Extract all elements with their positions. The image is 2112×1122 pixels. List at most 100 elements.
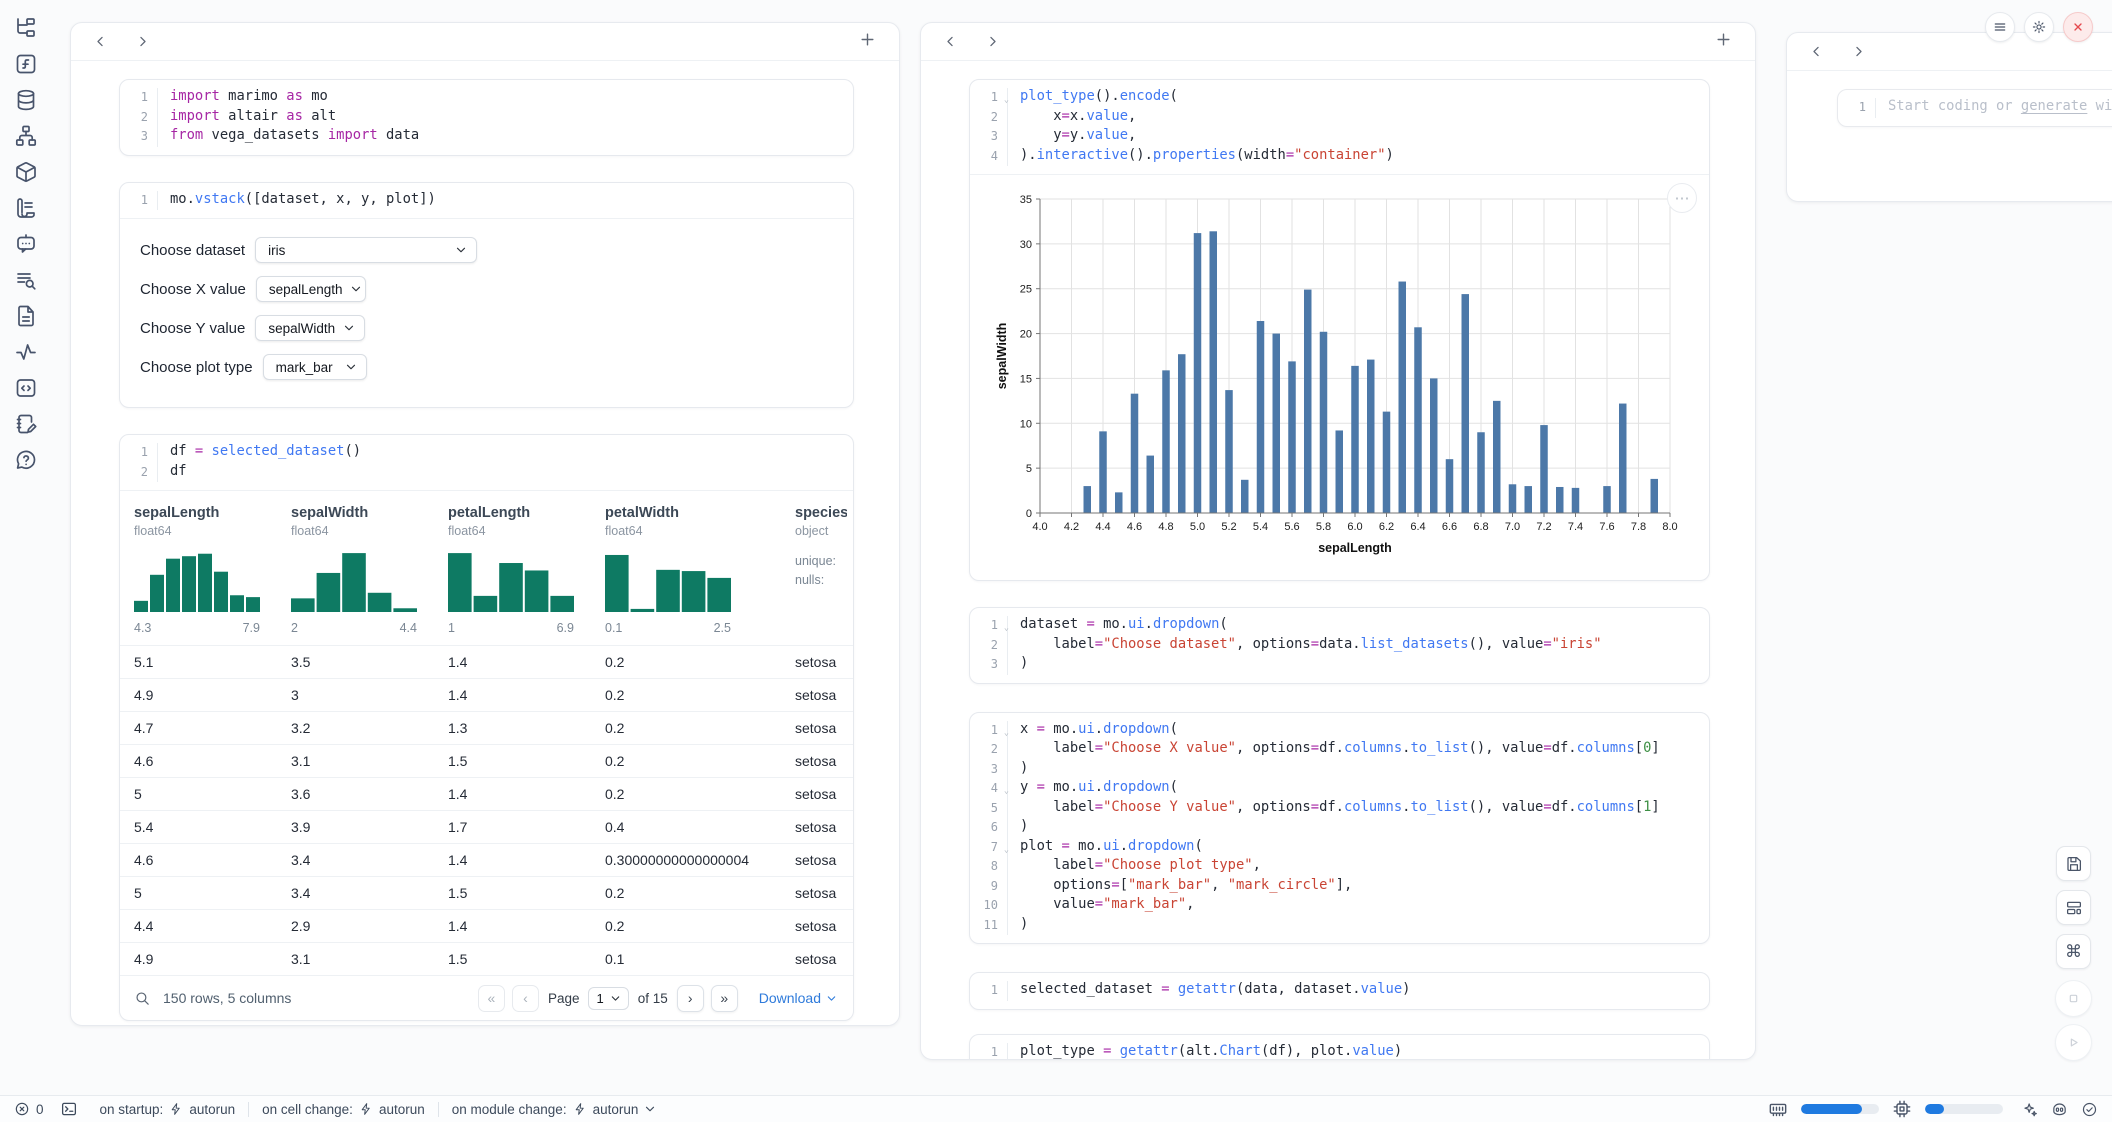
last-page-button[interactable]: »	[711, 985, 738, 1012]
menu-button[interactable]	[1985, 12, 2015, 42]
empty-code-cell[interactable]: 1Start coding or generate with	[1837, 89, 2112, 127]
code-cell-vstack[interactable]: 1mo.vstack([dataset, x, y, plot]) Choose…	[119, 182, 854, 409]
code-editor[interactable]: 1mo.vstack([dataset, x, y, plot])	[120, 183, 853, 219]
copilot-button[interactable]	[2051, 1101, 2068, 1118]
workflow-icon[interactable]	[14, 124, 38, 148]
code-editor[interactable]: 1⌄dataset = mo.ui.dropdown(2 label="Choo…	[970, 608, 1709, 683]
control-row: Choose X valuesepalLength	[140, 276, 833, 302]
table-row[interactable]: 5.43.91.70.4setosa	[120, 810, 853, 843]
svg-text:6.0: 6.0	[1347, 521, 1362, 533]
file-text-icon[interactable]	[14, 304, 38, 328]
dropdown-choose-y-value[interactable]: sepalWidth	[255, 315, 365, 341]
collapse-left-button[interactable]	[89, 31, 111, 53]
table-row[interactable]: 53.41.50.2setosa	[120, 876, 853, 909]
code-editor[interactable]: 1selected_dataset = getattr(data, datase…	[970, 973, 1709, 1009]
column-header-sepalLength[interactable]: sepalLengthfloat644.37.9	[134, 505, 291, 645]
code-snippet-icon[interactable]	[14, 376, 38, 400]
code-editor[interactable]: 1Start coding or generate with	[1848, 98, 2112, 118]
code-editor[interactable]: 1plot_type = getattr(alt.Chart(df), plot…	[970, 1035, 1709, 1060]
stop-icon	[2065, 990, 2082, 1007]
table-row[interactable]: 4.63.11.50.2setosa	[120, 744, 853, 777]
column-header-sepalWidth[interactable]: sepalWidthfloat6424.4	[291, 505, 448, 645]
table-row[interactable]: 4.73.21.30.2setosa	[120, 711, 853, 744]
save-icon	[2065, 855, 2083, 873]
dropdown-choose-x-value[interactable]: sepalLength	[256, 276, 366, 302]
code-cell-imports[interactable]: 1import marimo as mo2import altair as al…	[119, 79, 854, 156]
table-cell: 3.1	[291, 753, 448, 769]
run-button[interactable]	[2055, 1024, 2092, 1061]
function-square-icon[interactable]	[14, 52, 38, 76]
code-cell-selected-dataset[interactable]: 1selected_dataset = getattr(data, datase…	[969, 972, 1710, 1010]
code-editor[interactable]: 1⌄plot_type().encode(2 x=x.value,3 y=y.v…	[970, 80, 1709, 174]
terminal-button[interactable]	[60, 1100, 78, 1118]
svg-text:30: 30	[1020, 239, 1032, 251]
panel-right-toolbar	[1787, 33, 2112, 71]
next-page-button[interactable]: ›	[677, 985, 704, 1012]
dropdown-label: Choose dataset	[140, 242, 245, 259]
table-row[interactable]: 5.13.51.40.2setosa	[120, 645, 853, 678]
page-select[interactable]: 1	[588, 987, 628, 1010]
add-cell-button[interactable]	[859, 31, 881, 53]
chart-menu-button[interactable]: ⋯	[1667, 183, 1697, 213]
on-startup-setting[interactable]: on startup: autorun	[100, 1102, 236, 1117]
on-cell-change-setting[interactable]: on cell change: autorun	[262, 1102, 425, 1117]
code-cell-dataset[interactable]: 1⌄dataset = mo.ui.dropdown(2 label="Choo…	[969, 607, 1710, 684]
settings-button[interactable]	[2024, 12, 2054, 42]
ai-sparkles-button[interactable]	[2021, 1101, 2038, 1118]
code-cell-plot-type[interactable]: 1plot_type = getattr(alt.Chart(df), plot…	[969, 1034, 1710, 1060]
first-page-button[interactable]: «	[478, 985, 505, 1012]
expand-right-button[interactable]	[131, 31, 153, 53]
control-row: Choose Y valuesepalWidth	[140, 315, 833, 341]
svg-text:7.0: 7.0	[1505, 521, 1520, 533]
table-footer: 150 rows, 5 columns«‹Page1of 15›»Downloa…	[120, 975, 853, 1020]
code-editor[interactable]: 1import marimo as mo2import altair as al…	[120, 80, 853, 155]
expand-right-button[interactable]	[981, 31, 1003, 53]
column-histogram	[605, 550, 731, 612]
dropdown-choose-plot-type[interactable]: mark_bar	[263, 354, 367, 380]
errors-indicator[interactable]: 0	[14, 1101, 44, 1117]
layout-button[interactable]	[2056, 890, 2091, 925]
save-button[interactable]	[2056, 846, 2091, 881]
code-cell-df[interactable]: 1df = selected_dataset()2df sepalLengthf…	[119, 434, 854, 1021]
keyboard-shortcuts-button[interactable]: ⌘	[2056, 934, 2091, 969]
on-module-change-setting[interactable]: on module change: autorun	[452, 1102, 657, 1117]
collapse-left-button[interactable]	[1805, 41, 1827, 63]
scroll-text-icon[interactable]	[14, 196, 38, 220]
add-cell-button[interactable]	[1715, 31, 1737, 53]
package-icon[interactable]	[14, 160, 38, 184]
code-cell-plot[interactable]: 1⌄plot_type().encode(2 x=x.value,3 y=y.v…	[969, 79, 1710, 581]
column-header-petalLength[interactable]: petalLengthfloat6416.9	[448, 505, 605, 645]
connection-status-button[interactable]	[2081, 1101, 2098, 1118]
table-row[interactable]: 53.61.40.2setosa	[120, 777, 853, 810]
dropdown-value: sepalLength	[269, 282, 343, 297]
table-row[interactable]: 4.63.41.40.30000000000000004setosa	[120, 843, 853, 876]
svg-text:6.4: 6.4	[1410, 521, 1425, 533]
bot-chat-icon[interactable]	[14, 232, 38, 256]
panel-left-toolbar	[71, 23, 899, 61]
search-icon[interactable]	[134, 990, 151, 1007]
code-cell-xyplot[interactable]: 1⌄x = mo.ui.dropdown(2 label="Choose X v…	[969, 712, 1710, 945]
svg-text:4.8: 4.8	[1158, 521, 1173, 533]
code-editor[interactable]: 1df = selected_dataset()2df	[120, 435, 853, 490]
on-cell-change-label: on cell change:	[262, 1102, 353, 1117]
file-tree-icon[interactable]	[14, 16, 38, 40]
collapse-left-button[interactable]	[939, 31, 961, 53]
close-button[interactable]	[2063, 12, 2093, 42]
text-search-icon[interactable]	[14, 268, 38, 292]
column-header-petalWidth[interactable]: petalWidthfloat640.12.5	[605, 505, 795, 645]
stop-button[interactable]	[2055, 980, 2092, 1017]
prev-page-button[interactable]: ‹	[512, 985, 539, 1012]
notebook-pen-icon[interactable]	[14, 412, 38, 436]
bar-chart[interactable]: 4.04.24.44.64.85.05.25.45.65.86.06.26.46…	[994, 187, 1691, 564]
table-row[interactable]: 4.931.40.2setosa	[120, 678, 853, 711]
help-bubble-icon[interactable]	[14, 448, 38, 472]
expand-right-button[interactable]	[1847, 41, 1869, 63]
code-editor[interactable]: 1⌄x = mo.ui.dropdown(2 label="Choose X v…	[970, 713, 1709, 944]
table-row[interactable]: 4.42.91.40.2setosa	[120, 909, 853, 942]
download-button[interactable]: Download	[759, 990, 837, 1006]
column-header-species[interactable]: speciesobjectunique:nulls:	[795, 505, 847, 645]
database-icon[interactable]	[14, 88, 38, 112]
dropdown-choose-dataset[interactable]: iris	[255, 237, 477, 263]
activity-icon[interactable]	[14, 340, 38, 364]
table-row[interactable]: 4.93.11.50.1setosa	[120, 942, 853, 975]
